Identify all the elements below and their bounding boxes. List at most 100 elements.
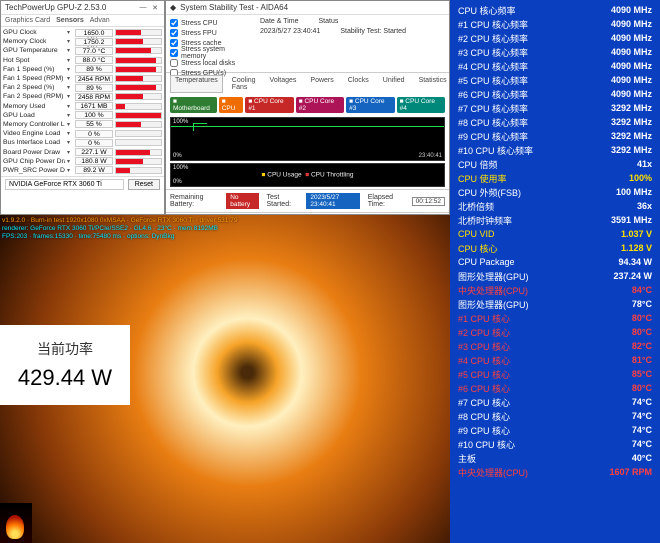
sensor-bar <box>115 149 162 156</box>
sensor-row: CPU 核心频率4090 MHz <box>456 3 654 17</box>
stress-check[interactable]: Stress system memory <box>170 48 250 58</box>
tab-advanced[interactable]: Advan <box>90 17 110 24</box>
sensor-row: Memory Used▾1671 MB <box>3 102 162 111</box>
sensor-label: Video Engine Load <box>3 130 65 137</box>
dropdown-icon[interactable]: ▾ <box>67 149 73 156</box>
sensor-value: 4090 MHz <box>581 87 654 101</box>
sensor-table: CPU 核心频率4090 MHz#1 CPU 核心频率4090 MHz#2 CP… <box>456 3 654 479</box>
checkbox[interactable] <box>170 29 178 37</box>
sensor-value: 74°C <box>581 423 654 437</box>
dropdown-icon[interactable]: ▾ <box>67 93 73 100</box>
close-icon[interactable]: ✕ <box>150 4 160 12</box>
sensor-row: PWR_SRC Power Draw▾89.2 W <box>3 166 162 175</box>
gpuz-window: TechPowerUp GPU-Z 2.53.0 — ✕ Graphics Ca… <box>0 0 165 215</box>
sensor-label: Fan 1 Speed (RPM) <box>3 75 65 82</box>
sensor-row: #9 CPU 核心74°C <box>456 423 654 437</box>
dropdown-icon[interactable]: ▾ <box>67 38 73 45</box>
checkbox[interactable] <box>170 49 178 57</box>
plot-tab[interactable]: Temperatures <box>170 75 223 93</box>
sensor-row: GPU Load▾100 % <box>3 111 162 120</box>
plot-tab[interactable]: Clocks <box>343 75 374 93</box>
sensor-label: #3 CPU 核心 <box>456 339 581 353</box>
dropdown-icon[interactable]: ▾ <box>67 158 73 165</box>
sensor-label: Memory Clock <box>3 38 65 45</box>
sensor-row: 北桥倍频36x <box>456 199 654 213</box>
legend-chip[interactable]: ■ CPU Core #3 <box>346 97 394 113</box>
dropdown-icon[interactable]: ▾ <box>67 130 73 137</box>
sensor-row: #8 CPU 核心74°C <box>456 409 654 423</box>
aida-icon: ◆ <box>170 3 176 12</box>
stress-check[interactable]: Stress FPU <box>170 28 250 38</box>
sensor-row: 图形处理器(GPU)237.24 W <box>456 269 654 283</box>
sensor-value: 4090 MHz <box>581 45 654 59</box>
sensor-label: GPU Load <box>3 112 65 119</box>
plot-tabs: TemperaturesCooling FansVoltagesPowers Cl… <box>166 73 449 95</box>
sensor-label: GPU Temperature <box>3 47 65 54</box>
sensor-value: 40°C <box>581 451 654 465</box>
device-name[interactable]: NVIDIA GeForce RTX 3060 Ti <box>5 179 124 190</box>
test-started: 2023/5/27 23:40:41 <box>306 193 359 209</box>
sensor-row: #4 CPU 核心频率4090 MHz <box>456 59 654 73</box>
sensor-label: CPU 外频(FSB) <box>456 185 581 199</box>
sensor-value: 3591 MHz <box>581 213 654 227</box>
check-label: Stress local disks <box>181 60 235 67</box>
legend-chip[interactable]: ■ CPU Core #4 <box>397 97 445 113</box>
dropdown-icon[interactable]: ▾ <box>67 112 73 119</box>
sensor-row: GPU Clock▾1650.0 MHz <box>3 28 162 37</box>
sensor-label: #6 CPU 核心 <box>456 381 581 395</box>
plot-tab[interactable]: Unified <box>378 75 410 93</box>
minimize-icon[interactable]: — <box>138 4 148 12</box>
legend-chip[interactable]: ■ Motherboard <box>170 97 217 113</box>
sensor-bar <box>115 47 162 54</box>
sensor-label: 北桥倍频 <box>456 199 581 213</box>
sensor-label: #7 CPU 核心 <box>456 395 581 409</box>
checkbox[interactable] <box>170 19 178 27</box>
sensor-value: 1750.2 MHz <box>75 38 113 46</box>
plot-tab[interactable]: Voltages <box>265 75 302 93</box>
dropdown-icon[interactable]: ▾ <box>67 75 73 82</box>
sensor-row: #1 CPU 核心80°C <box>456 311 654 325</box>
sensor-row: 中央处理器(CPU)1607 RPM <box>456 465 654 479</box>
tab-graphics-card[interactable]: Graphics Card <box>5 17 50 24</box>
dropdown-icon[interactable]: ▾ <box>67 84 73 91</box>
sensor-label: #4 CPU 核心 <box>456 353 581 367</box>
tab-sensors[interactable]: Sensors <box>56 17 84 24</box>
sensor-value: 4090 MHz <box>581 31 654 45</box>
sensor-row: #7 CPU 核心频率3292 MHz <box>456 101 654 115</box>
checkbox[interactable] <box>170 39 178 47</box>
sensor-row: 北桥时钟频率3591 MHz <box>456 213 654 227</box>
sensor-row: Fan 2 Speed (%)▾89 % <box>3 83 162 92</box>
sensor-value: 81°C <box>581 353 654 367</box>
sensor-label: #9 CPU 核心 <box>456 423 581 437</box>
plot-tab[interactable]: Statistics <box>414 75 452 93</box>
dropdown-icon[interactable]: ▾ <box>67 47 73 54</box>
checkbox[interactable] <box>170 59 178 67</box>
sensor-label: CPU Package <box>456 255 581 269</box>
sensor-value: 227.1 W <box>75 148 113 156</box>
plot-tab[interactable]: Cooling Fans <box>227 75 261 93</box>
reset-button[interactable]: Reset <box>128 179 160 190</box>
furmark-osd: v1.9.2.0 · Burn-in test 1920x1080 0xMSAA… <box>2 217 448 241</box>
sensor-row: #5 CPU 核心85°C <box>456 367 654 381</box>
plot-tab[interactable]: Powers <box>305 75 338 93</box>
dropdown-icon[interactable]: ▾ <box>67 167 73 174</box>
legend-chip[interactable]: ■ CPU Core #1 <box>245 97 293 113</box>
sensor-value: 80°C <box>581 325 654 339</box>
sensor-label: 主板 <box>456 451 581 465</box>
legend-chip[interactable]: ■ CPU <box>219 97 244 113</box>
dropdown-icon[interactable]: ▾ <box>67 139 73 146</box>
sensor-label: GPU Chip Power Draw <box>3 158 65 165</box>
dropdown-icon[interactable]: ▾ <box>67 66 73 73</box>
legend-chip[interactable]: ■ CPU Core #2 <box>296 97 344 113</box>
sensor-value: 1650.0 MHz <box>75 29 113 37</box>
sensor-value: 100 % <box>75 111 113 119</box>
sensor-value: 94.34 W <box>581 255 654 269</box>
dropdown-icon[interactable]: ▾ <box>67 121 73 128</box>
dropdown-icon[interactable]: ▾ <box>67 29 73 36</box>
sensor-row: GPU Temperature▾77.0 °C <box>3 46 162 55</box>
stress-check[interactable]: Stress CPU <box>170 18 250 28</box>
sensor-value: 55 % <box>75 120 113 128</box>
dropdown-icon[interactable]: ▾ <box>67 57 73 64</box>
battery-status: No battery <box>226 193 258 209</box>
dropdown-icon[interactable]: ▾ <box>67 103 73 110</box>
